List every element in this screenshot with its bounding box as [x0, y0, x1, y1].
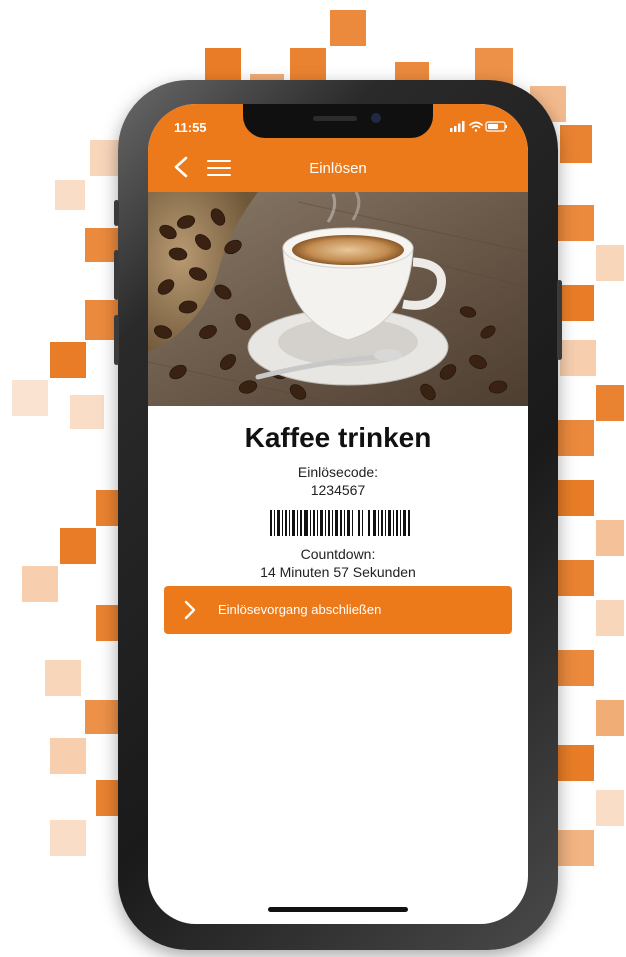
phone-side-button	[114, 200, 119, 226]
decor-square	[560, 125, 592, 163]
decor-square	[205, 48, 241, 84]
redeem-code-value: 1234567	[310, 482, 366, 498]
decor-square	[70, 395, 104, 429]
decor-square	[596, 600, 624, 636]
decor-square	[558, 745, 594, 781]
status-time: 11:55	[174, 120, 207, 135]
decor-square	[558, 560, 594, 596]
decor-square	[60, 528, 96, 564]
home-indicator[interactable]	[268, 907, 408, 912]
wifi-icon	[469, 121, 483, 132]
decor-square	[596, 245, 624, 281]
complete-redemption-button[interactable]: Einlösevorgang abschließen	[164, 586, 512, 634]
signal-icon	[450, 121, 465, 132]
phone-notch	[243, 104, 433, 138]
decor-square	[50, 820, 86, 856]
decor-square	[50, 342, 86, 378]
decor-square	[596, 790, 624, 826]
chevron-right-icon	[184, 600, 196, 620]
battery-icon	[485, 121, 507, 132]
page-title: Einlösen	[309, 160, 367, 177]
decor-square	[45, 660, 81, 696]
front-camera	[371, 113, 381, 123]
decor-square	[22, 566, 58, 602]
countdown-label: Countdown:	[300, 546, 376, 562]
decor-square	[12, 380, 48, 416]
phone-volume-down-button	[114, 315, 119, 365]
decor-square	[558, 650, 594, 686]
hero-image	[148, 192, 528, 406]
phone-power-button	[557, 280, 562, 360]
countdown-value: 14 Minuten 57 Sekunden	[260, 564, 416, 580]
offer-title: Kaffee trinken	[244, 422, 432, 453]
decor-square	[560, 340, 596, 376]
decor-square	[558, 205, 594, 241]
status-icons	[450, 121, 507, 132]
speaker-grille	[313, 116, 357, 121]
decor-square	[596, 700, 624, 736]
decor-square	[558, 285, 594, 321]
decor-square	[596, 385, 624, 421]
decor-square	[558, 420, 594, 456]
redeem-code-label: Einlösecode:	[297, 464, 379, 480]
decor-square	[50, 738, 86, 774]
decor-square	[558, 830, 594, 866]
decor-square	[55, 180, 85, 210]
barcode	[270, 510, 410, 536]
decor-square	[596, 520, 624, 556]
decor-square	[558, 480, 594, 516]
complete-redemption-label: Einlösevorgang abschließen	[218, 602, 382, 617]
decor-square	[85, 700, 119, 734]
phone-screen: 11:55 Einlösen Kaffee trinken Einlösecod…	[148, 104, 528, 924]
decor-square	[330, 10, 366, 46]
decor-square	[290, 48, 326, 84]
phone-volume-up-button	[114, 250, 119, 300]
